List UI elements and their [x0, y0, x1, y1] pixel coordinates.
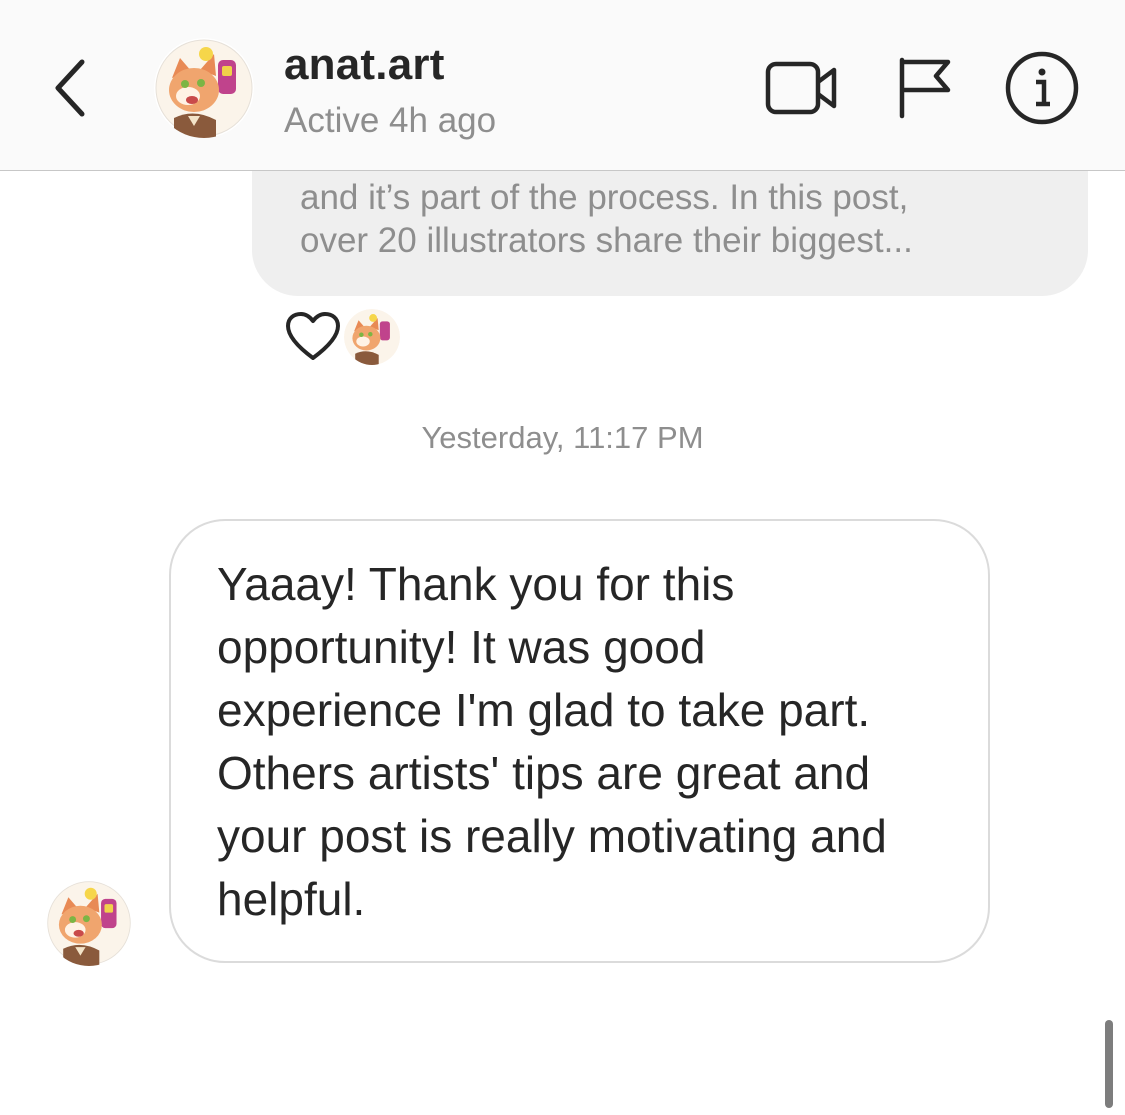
heart-icon — [286, 312, 340, 360]
sender-avatar[interactable] — [46, 880, 132, 966]
info-icon — [1005, 51, 1079, 125]
reaction-avatar — [344, 309, 400, 365]
message-line: Others artists' tips are great and — [217, 747, 871, 799]
message-text: Yaaay! Thank you for this opportunity! I… — [217, 553, 977, 931]
chat-header: anat.art Active 4h ago — [0, 0, 1125, 171]
active-status: Active 4h ago — [284, 101, 497, 140]
back-button[interactable] — [40, 48, 104, 128]
flag-icon — [899, 57, 951, 119]
cat-avatar-icon — [344, 309, 400, 365]
previous-message-line: and it’s part of the process. In this po… — [300, 178, 909, 217]
message-line: helpful. — [217, 873, 366, 925]
video-call-button[interactable] — [762, 56, 842, 120]
avatar[interactable] — [154, 38, 254, 138]
video-call-icon — [765, 61, 837, 115]
message-timestamp: Yesterday, 11:17 PM — [0, 420, 1125, 456]
cat-avatar-icon — [46, 880, 132, 966]
like-button[interactable] — [284, 310, 342, 364]
scrollbar[interactable] — [1105, 1020, 1113, 1108]
message-line: opportunity! It was good — [217, 621, 706, 673]
timestamp-text: Yesterday, 11:17 PM — [421, 420, 704, 455]
message-line: your post is really motivating and — [217, 810, 887, 862]
message-line: Yaaay! Thank you for this — [217, 558, 735, 610]
info-button[interactable] — [1004, 50, 1080, 126]
previous-message-line: over 20 illustrators share their biggest… — [300, 221, 913, 260]
back-chevron-icon — [55, 59, 85, 117]
report-button[interactable] — [892, 54, 956, 120]
message-line: experience I'm glad to take part. — [217, 684, 871, 736]
cat-avatar-icon — [154, 38, 254, 138]
chat-username[interactable]: anat.art — [284, 40, 445, 90]
previous-message-text: and it’s part of the process. In this po… — [300, 176, 1060, 262]
